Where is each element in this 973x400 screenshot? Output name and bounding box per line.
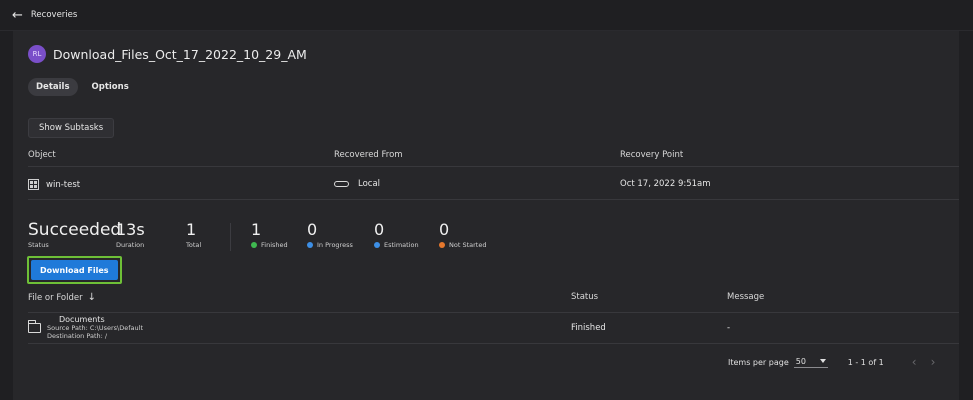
object-name: win-test: [46, 179, 81, 190]
tab-options[interactable]: Options: [84, 78, 137, 96]
next-page-icon[interactable]: ›: [931, 355, 936, 369]
object-cell: win-test: [28, 179, 80, 190]
page-title: Download_Files_Oct_17_2022_10_29_AM: [53, 46, 307, 62]
finished-label: Finished: [261, 241, 288, 249]
row-status: Finished: [571, 323, 606, 333]
divider: [28, 343, 959, 344]
breadcrumb-recoveries[interactable]: Recoveries: [31, 10, 77, 20]
sort-descending-icon[interactable]: ↓: [88, 292, 96, 303]
recovered-from-value: Local: [358, 179, 381, 189]
estimation-label: Estimation: [384, 241, 419, 249]
estimation-status-icon: [374, 242, 380, 248]
previous-page-icon[interactable]: ‹: [912, 355, 917, 369]
title-row: RL Download_Files_Oct_17_2022_10_29_AM: [28, 45, 307, 63]
stat-status: Succeeded Status: [28, 220, 122, 249]
duration-value: 13s: [116, 220, 145, 239]
total-value: 1: [186, 220, 197, 239]
page-range: 1 - 1 of 1: [847, 357, 884, 367]
file-info: Documents Source Path: C:\Users\Default …: [47, 315, 143, 341]
show-subtasks-button[interactable]: Show Subtasks: [28, 118, 115, 138]
finished-value: 1: [251, 220, 262, 239]
items-per-page-value: 50: [795, 356, 806, 366]
column-header-recovery-point: Recovery Point: [620, 150, 684, 160]
file-or-folder-label: File or Folder: [28, 292, 83, 303]
download-files-highlight: Download Files: [27, 256, 122, 284]
back-arrow-icon[interactable]: ←: [12, 9, 23, 22]
cloud-icon: [334, 181, 349, 187]
estimation-value: 0: [374, 220, 385, 239]
stat-duration: 13s Duration: [116, 220, 186, 250]
tab-bar: Details Options: [28, 78, 137, 96]
stat-estimation: 0 Estimation: [374, 221, 439, 249]
windows-icon: [28, 179, 39, 190]
duration-label: Duration: [116, 241, 145, 249]
recovered-from-cell: Local: [334, 179, 380, 189]
finished-status-icon: [251, 242, 257, 248]
table-row: Documents Source Path: C:\Users\Default …: [28, 316, 143, 340]
download-files-button[interactable]: Download Files: [31, 260, 118, 280]
divider: [28, 166, 959, 167]
not-started-label: Not Started: [449, 241, 487, 249]
top-bar: ← Recoveries: [0, 0, 973, 31]
items-per-page-label: Items per page: [728, 357, 789, 367]
column-header-status: Status: [571, 292, 599, 302]
in-progress-label: In Progress: [317, 241, 353, 249]
stat-total: 1 Total: [186, 220, 206, 250]
recovery-stats: Succeeded Status 13s Duration 1 Total 1 …: [28, 221, 509, 251]
total-label: Total: [186, 241, 202, 249]
in-progress-value: 0: [307, 220, 318, 239]
tab-details[interactable]: Details: [28, 78, 78, 96]
recovery-point-value: Oct 17, 2022 9:51am: [620, 179, 711, 189]
divider: [28, 199, 959, 200]
chevron-down-icon: [819, 359, 826, 363]
row-message: -: [727, 323, 731, 333]
status-value: Succeeded: [28, 220, 122, 240]
stat-not-started: 0 Not Started: [439, 221, 509, 249]
pagination: Items per page 50 1 - 1 of 1 ‹ ›: [728, 355, 935, 369]
column-header-message: Message: [727, 292, 765, 302]
not-started-value: 0: [439, 220, 450, 239]
folder-icon: [28, 320, 41, 333]
divider: [28, 312, 959, 313]
in-progress-status-icon: [307, 242, 313, 248]
file-name: Documents: [59, 315, 105, 324]
column-header-recovered-from: Recovered From: [334, 150, 403, 160]
status-label: Status: [28, 241, 49, 249]
stat-finished: 1 Finished: [251, 221, 307, 249]
avatar: RL: [28, 45, 46, 63]
stat-in-progress: 0 In Progress: [307, 221, 374, 249]
recovery-detail-panel: RL Download_Files_Oct_17_2022_10_29_AM D…: [13, 31, 959, 400]
destination-path: Destination Path: /: [47, 332, 108, 340]
source-path: Source Path: C:\Users\Default: [47, 324, 143, 332]
not-started-status-icon: [439, 242, 445, 248]
column-header-object: Object: [28, 150, 56, 160]
items-per-page-select[interactable]: 50: [793, 356, 828, 368]
column-header-file-or-folder[interactable]: File or Folder ↓: [28, 292, 96, 303]
stats-divider: [230, 223, 231, 251]
